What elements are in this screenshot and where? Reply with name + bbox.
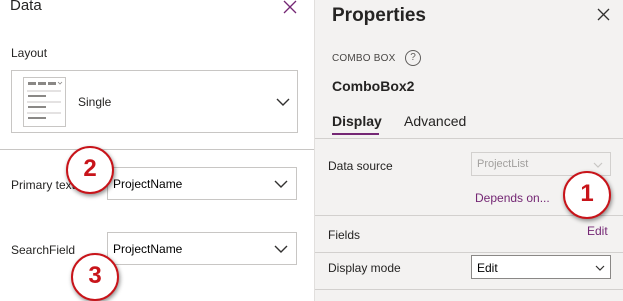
search-field-label: SearchField bbox=[11, 243, 76, 257]
callout-badge-1: 1 bbox=[563, 171, 611, 219]
help-icon[interactable]: ? bbox=[405, 50, 421, 66]
layout-label: Layout bbox=[11, 46, 48, 60]
data-source-value: ProjectList bbox=[477, 158, 529, 170]
tabs-divider bbox=[315, 138, 623, 139]
active-tab-indicator bbox=[332, 133, 379, 135]
fields-edit-link[interactable]: Edit bbox=[587, 224, 608, 238]
close-icon[interactable] bbox=[283, 0, 297, 14]
layout-dropdown[interactable]: Single bbox=[11, 70, 298, 133]
section-divider bbox=[315, 289, 623, 290]
primary-text-label: Primary text bbox=[11, 178, 76, 192]
layout-value: Single bbox=[78, 95, 112, 109]
chevron-down-icon bbox=[274, 245, 288, 253]
close-icon[interactable] bbox=[597, 8, 610, 21]
control-name: ComboBox2 bbox=[332, 78, 415, 94]
display-mode-label: Display mode bbox=[328, 261, 401, 275]
depends-on-link[interactable]: Depends on... bbox=[475, 191, 550, 205]
fields-label: Fields bbox=[328, 228, 361, 242]
primary-text-value: ProjectName bbox=[113, 177, 183, 191]
properties-title: Properties bbox=[332, 5, 426, 26]
callout-badge-2: 2 bbox=[66, 146, 114, 194]
data-pane: Data Layout Single Primary text ProjectN… bbox=[0, 0, 314, 301]
data-pane-title: Data bbox=[10, 0, 42, 14]
display-mode-value: Edit bbox=[477, 261, 498, 275]
layout-thumbnail-icon bbox=[23, 77, 66, 127]
control-type-label: COMBO BOX bbox=[332, 53, 396, 64]
tab-display[interactable]: Display bbox=[332, 113, 382, 129]
tab-advanced[interactable]: Advanced bbox=[404, 113, 466, 129]
properties-pane: Properties COMBO BOX ? ComboBox2 Display… bbox=[314, 0, 623, 301]
callout-badge-3: 3 bbox=[71, 253, 119, 301]
section-divider bbox=[0, 149, 314, 150]
chevron-down-icon bbox=[595, 265, 605, 271]
chevron-down-icon bbox=[276, 98, 290, 106]
search-field-dropdown[interactable]: ProjectName bbox=[107, 232, 297, 265]
chevron-down-icon bbox=[593, 162, 603, 168]
chevron-down-icon bbox=[274, 180, 288, 188]
primary-text-dropdown[interactable]: ProjectName bbox=[107, 167, 297, 200]
data-source-label: Data source bbox=[328, 159, 393, 173]
section-divider bbox=[315, 252, 623, 253]
display-mode-dropdown[interactable]: Edit bbox=[471, 255, 611, 279]
search-field-value: ProjectName bbox=[113, 242, 183, 256]
